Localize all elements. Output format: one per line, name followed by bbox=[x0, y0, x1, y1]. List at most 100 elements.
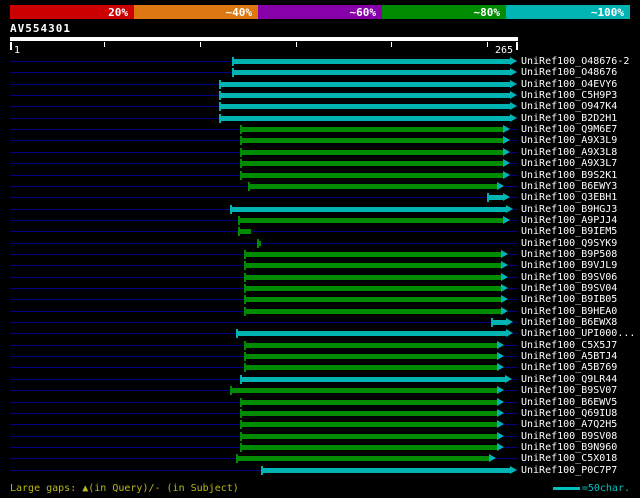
hit-label[interactable]: UniRef100_B6EWV5 bbox=[521, 397, 617, 408]
alignment-bar[interactable] bbox=[243, 297, 501, 303]
alignment-bar[interactable] bbox=[238, 217, 503, 223]
alignment-bar[interactable] bbox=[487, 195, 503, 201]
alignment-arrow-icon bbox=[496, 386, 504, 395]
alignment-bar[interactable] bbox=[240, 422, 497, 428]
alignment-bar[interactable] bbox=[243, 342, 497, 348]
alignment-arrow-icon bbox=[502, 159, 510, 168]
alignment-bar[interactable] bbox=[261, 467, 511, 473]
hit-label[interactable]: UniRef100_B9IEM5 bbox=[521, 226, 617, 237]
alignment-start-tick bbox=[243, 340, 246, 350]
hit-label[interactable]: UniRef100_B9VJL9 bbox=[521, 260, 617, 271]
hit-label[interactable]: UniRef100_B9S2K1 bbox=[521, 170, 617, 181]
alignment-bar[interactable] bbox=[240, 433, 497, 439]
alignment-bar[interactable] bbox=[218, 81, 511, 87]
alignment-bar[interactable] bbox=[243, 263, 501, 269]
alignment-row: UniRef100_Q69IU8 bbox=[0, 408, 640, 419]
alignment-bar[interactable] bbox=[240, 444, 497, 450]
ruler-tick bbox=[295, 42, 297, 47]
alignment-bar[interactable] bbox=[240, 161, 503, 167]
alignment-bar[interactable] bbox=[218, 93, 511, 99]
hit-label[interactable]: UniRef100_B9N960 bbox=[521, 442, 617, 453]
alignment-bar[interactable] bbox=[236, 456, 490, 462]
alignment-arrow-icon bbox=[496, 431, 504, 440]
alignment-bar[interactable] bbox=[236, 331, 507, 337]
alignment-bar[interactable] bbox=[243, 354, 497, 360]
hit-label[interactable]: UniRef100_B9SV07 bbox=[521, 385, 617, 396]
alignment-row: UniRef100_A9X3L9 bbox=[0, 135, 640, 146]
row-baseline bbox=[10, 197, 518, 199]
hit-label[interactable]: UniRef100_B9P508 bbox=[521, 249, 617, 260]
hit-label[interactable]: UniRef100_C5X018 bbox=[521, 453, 617, 464]
alignment-start-tick bbox=[240, 125, 242, 135]
hit-label[interactable]: UniRef100_UPI000... bbox=[521, 328, 635, 339]
alignment-bar[interactable] bbox=[240, 172, 503, 178]
alignment-bar[interactable] bbox=[247, 183, 497, 189]
hit-label[interactable]: UniRef100_B2D2H1 bbox=[521, 113, 617, 124]
alignment-bar[interactable] bbox=[232, 59, 511, 64]
hit-label[interactable]: UniRef100_O48676 bbox=[521, 67, 617, 78]
alignment-bar[interactable] bbox=[230, 388, 497, 394]
alignment-arrow-icon bbox=[510, 465, 518, 474]
alignment-row: UniRef100_C5H9P3 bbox=[0, 90, 640, 101]
ruler-start-label: 1 bbox=[14, 45, 21, 56]
alignment-start-tick bbox=[232, 68, 235, 78]
hit-label[interactable]: UniRef100_B6EWY3 bbox=[521, 181, 617, 192]
alignment-bar[interactable] bbox=[218, 104, 511, 110]
hit-label[interactable]: UniRef100_Q69IU8 bbox=[521, 408, 617, 419]
hit-label[interactable]: UniRef100_B9IB05 bbox=[521, 294, 617, 305]
alignment-bar[interactable] bbox=[243, 251, 501, 257]
alignment-row: UniRef100_Q9LR44 bbox=[0, 374, 640, 385]
hit-label[interactable]: UniRef100_A9X3L9 bbox=[521, 135, 617, 146]
hit-label[interactable]: UniRef100_B6EWX8 bbox=[521, 317, 617, 328]
alignment-start-tick bbox=[261, 465, 264, 475]
hit-label[interactable]: UniRef100_O4EVY6 bbox=[521, 79, 617, 90]
hit-label[interactable]: UniRef100_A9PJJ4 bbox=[521, 215, 617, 226]
alignment-bar[interactable] bbox=[491, 320, 507, 326]
alignment-arrow-icon bbox=[496, 442, 504, 451]
hit-label[interactable]: UniRef100_C5H9P3 bbox=[521, 90, 617, 101]
alignment-bar[interactable] bbox=[240, 399, 497, 405]
hit-label[interactable]: UniRef100_A5BTJ4 bbox=[521, 351, 617, 362]
alignment-bar[interactable] bbox=[232, 70, 511, 76]
hit-label[interactable]: UniRef100_Q9LR44 bbox=[521, 374, 617, 385]
alignment-bar[interactable] bbox=[243, 308, 501, 314]
hit-label[interactable]: UniRef100_Q9SYK9 bbox=[521, 238, 617, 249]
identity-scalebar: 20% ~40% ~60% ~80% ~100% bbox=[10, 5, 630, 19]
hit-label[interactable]: UniRef100_A9X3L8 bbox=[521, 147, 617, 158]
hit-label[interactable]: UniRef100_B9SV08 bbox=[521, 431, 617, 442]
alignment-bar[interactable] bbox=[238, 229, 252, 235]
alignment-bar[interactable] bbox=[230, 206, 507, 212]
alignment-bar[interactable] bbox=[240, 410, 497, 416]
hit-label[interactable]: UniRef100_C5X5J7 bbox=[521, 340, 617, 351]
alignment-arrow-icon bbox=[510, 113, 518, 122]
hit-label[interactable]: UniRef100_B9SV06 bbox=[521, 272, 617, 283]
alignment-bar[interactable] bbox=[243, 286, 501, 291]
hit-label[interactable]: UniRef100_B9HGJ3 bbox=[521, 204, 617, 215]
alignment-bar[interactable] bbox=[243, 365, 497, 371]
alignment-bar[interactable] bbox=[240, 138, 503, 144]
alignment-arrow-icon bbox=[502, 215, 510, 224]
alignment-bar[interactable] bbox=[240, 376, 505, 382]
scale-segment: 20% bbox=[10, 5, 134, 19]
hit-label[interactable]: UniRef100_A7Q2H5 bbox=[521, 419, 617, 430]
alignment-start-tick bbox=[243, 363, 246, 373]
hit-label[interactable]: UniRef100_Q9M6E7 bbox=[521, 124, 617, 135]
alignment-bar[interactable] bbox=[243, 274, 501, 280]
scale-marker-label: =50char. bbox=[581, 483, 630, 494]
alignment-bar[interactable] bbox=[218, 115, 511, 121]
hit-label[interactable]: UniRef100_O947K4 bbox=[521, 101, 617, 112]
alignment-bar[interactable] bbox=[240, 127, 503, 133]
hit-label[interactable]: UniRef100_A5B769 bbox=[521, 362, 617, 373]
alignment-row: UniRef100_B9IB05 bbox=[0, 294, 640, 305]
hit-label[interactable]: UniRef100_O48676-2 bbox=[521, 56, 629, 67]
hit-label[interactable]: UniRef100_A9X3L7 bbox=[521, 158, 617, 169]
scale-marker-legend: =50char. bbox=[552, 483, 630, 494]
hit-label[interactable]: UniRef100_B9SV04 bbox=[521, 283, 617, 294]
hit-label[interactable]: UniRef100_P0C7P7 bbox=[521, 465, 617, 476]
alignment-bar[interactable] bbox=[240, 149, 503, 155]
hit-label[interactable]: UniRef100_B9HEA0 bbox=[521, 306, 617, 317]
alignment-arrow-icon bbox=[510, 68, 518, 77]
hit-label[interactable]: UniRef100_Q3EBH1 bbox=[521, 192, 617, 203]
alignment-arrow-icon bbox=[510, 79, 518, 88]
alignment-start-tick bbox=[240, 147, 242, 157]
